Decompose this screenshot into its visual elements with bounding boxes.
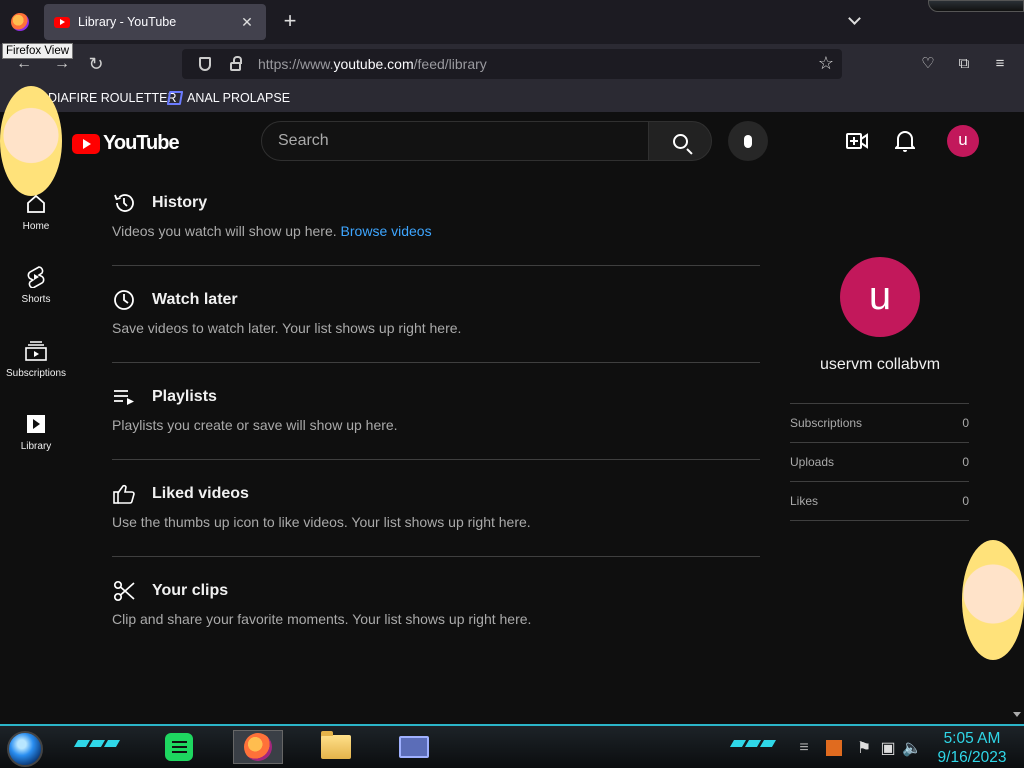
firefox-icon: [11, 13, 29, 31]
close-tab-icon[interactable]: ✕: [238, 14, 256, 31]
taskbar: ≡ ⚑ ▣ 🔈 5:05 AM 9/16/2023: [0, 724, 1024, 768]
bookmark-diafire[interactable]: DIAFIRE ROULETTER: [48, 91, 177, 105]
stats-divider: [790, 520, 969, 521]
scrollbar-down-arrow[interactable]: [1013, 712, 1021, 717]
taskbar-control-panel[interactable]: [389, 730, 439, 764]
section-history: History Videos you watch will show up he…: [112, 190, 760, 239]
watch-later-description: Save videos to watch later. Your list sh…: [112, 320, 462, 336]
create-video-icon[interactable]: [845, 129, 869, 153]
taskbar-decoration: [73, 740, 121, 747]
window-decoration: [928, 0, 1024, 12]
new-tab-button[interactable]: +: [278, 10, 302, 32]
playlist-icon: [112, 385, 136, 409]
search-icon: [672, 133, 688, 149]
reload-button[interactable]: ↻: [86, 54, 106, 74]
url-text: https://www.youtube.com/feed/library: [258, 56, 487, 72]
section-divider: [112, 265, 760, 266]
action-center-flag-icon[interactable]: ⚑: [856, 740, 872, 757]
section-playlists: Playlists Playlists you create or save w…: [112, 384, 760, 433]
firefox-view-tooltip: Firefox View: [2, 43, 74, 59]
taskbar-clock[interactable]: 5:05 AM 9/16/2023: [932, 729, 1012, 767]
show-hidden-icons[interactable]: ≡: [796, 739, 812, 756]
firefox-view-button[interactable]: [0, 4, 40, 40]
youtube-favicon-icon: [54, 16, 70, 28]
start-button[interactable]: [7, 731, 43, 767]
bookmark-anal-prolapse[interactable]: ANAL PROLAPSE: [166, 91, 290, 105]
profile-avatar: u: [840, 257, 920, 337]
sidebar-item-subscriptions[interactable]: Subscriptions: [0, 339, 72, 379]
microphone-icon: [744, 134, 752, 148]
bookmark-favicon-icon: [166, 91, 184, 105]
pocket-icon[interactable]: ♡: [918, 54, 938, 74]
search-button[interactable]: [648, 121, 712, 161]
liked-videos-heading[interactable]: Liked videos: [112, 481, 760, 507]
sidebar-item-library[interactable]: Library: [0, 412, 72, 452]
firefox-icon: [244, 733, 272, 761]
subscriptions-icon: [24, 339, 48, 363]
shorts-icon: [24, 265, 48, 289]
section-divider: [112, 556, 760, 557]
sidebar-item-shorts[interactable]: Shorts: [0, 265, 72, 305]
youtube-header: YouTube Search u: [0, 112, 1024, 170]
clock-icon: [112, 288, 136, 312]
library-icon: [24, 412, 48, 436]
watch-later-heading[interactable]: Watch later: [112, 287, 760, 313]
bookmark-star-icon[interactable]: ☆: [818, 53, 834, 74]
youtube-logo-icon: [72, 133, 100, 154]
folder-icon: [321, 731, 351, 759]
section-watch-later: Watch later Save videos to watch later. …: [112, 287, 760, 336]
stat-subscriptions: Subscriptions 0: [790, 403, 969, 442]
browse-videos-link[interactable]: Browse videos: [341, 223, 432, 239]
lock-icon[interactable]: [226, 55, 244, 73]
history-heading[interactable]: History: [112, 190, 760, 216]
volume-icon[interactable]: 🔈: [902, 740, 922, 757]
list-all-tabs-button[interactable]: [844, 12, 864, 32]
cartoon-character-decoration: [0, 86, 62, 196]
tab-title: Library - YouTube: [78, 15, 177, 29]
stat-likes: Likes 0: [790, 481, 969, 520]
taskbar-decoration: [729, 740, 777, 747]
network-icon[interactable]: ▣: [880, 740, 896, 757]
menu-icon[interactable]: ≡: [990, 54, 1010, 74]
voice-search-button[interactable]: [728, 121, 768, 161]
playlists-description: Playlists you create or save will show u…: [112, 417, 398, 433]
cartoon-character-decoration: [962, 540, 1024, 660]
extensions-icon[interactable]: ⧉: [954, 54, 974, 74]
playlists-heading[interactable]: Playlists: [112, 384, 760, 410]
search-input[interactable]: Search: [261, 121, 649, 161]
chevron-down-icon: [847, 12, 861, 25]
tracking-protection-icon[interactable]: [196, 55, 214, 73]
section-divider: [112, 459, 760, 460]
account-avatar[interactable]: u: [947, 125, 979, 157]
bookmarks-bar: DIAFIRE ROULETTER ANAL PROLAPSE: [0, 84, 1024, 112]
browser-tab-library[interactable]: Library - YouTube ✕: [44, 4, 266, 40]
your-clips-heading[interactable]: Your clips: [112, 578, 760, 604]
section-divider: [112, 362, 760, 363]
history-description: Videos you watch will show up here. Brow…: [112, 223, 432, 239]
browser-tab-bar: Library - YouTube ✕ +: [0, 0, 1024, 44]
notifications-bell-icon[interactable]: [893, 129, 917, 153]
stat-uploads: Uploads 0: [790, 442, 969, 481]
liked-videos-description: Use the thumbs up icon to like videos. Y…: [112, 514, 531, 530]
taskbar-firefox[interactable]: [233, 730, 283, 764]
section-liked-videos: Liked videos Use the thumbs up icon to l…: [112, 481, 760, 530]
taskbar-spotify[interactable]: [154, 730, 204, 764]
control-panel-icon: [399, 736, 429, 758]
thumbs-up-icon: [112, 482, 136, 506]
url-bar[interactable]: https://www.youtube.com/feed/library ☆: [182, 49, 842, 79]
java-tray-icon[interactable]: [826, 740, 842, 756]
section-your-clips: Your clips Clip and share your favorite …: [112, 578, 760, 627]
taskbar-file-explorer[interactable]: [311, 730, 361, 764]
history-icon: [112, 191, 136, 215]
scissors-icon: [112, 579, 136, 603]
spotify-icon: [165, 733, 193, 761]
profile-name: uservm collabvm: [819, 356, 941, 373]
sidebar-item-home[interactable]: Home: [0, 192, 72, 232]
your-clips-description: Clip and share your favorite moments. Yo…: [112, 611, 532, 627]
youtube-logo[interactable]: YouTube: [72, 132, 180, 155]
